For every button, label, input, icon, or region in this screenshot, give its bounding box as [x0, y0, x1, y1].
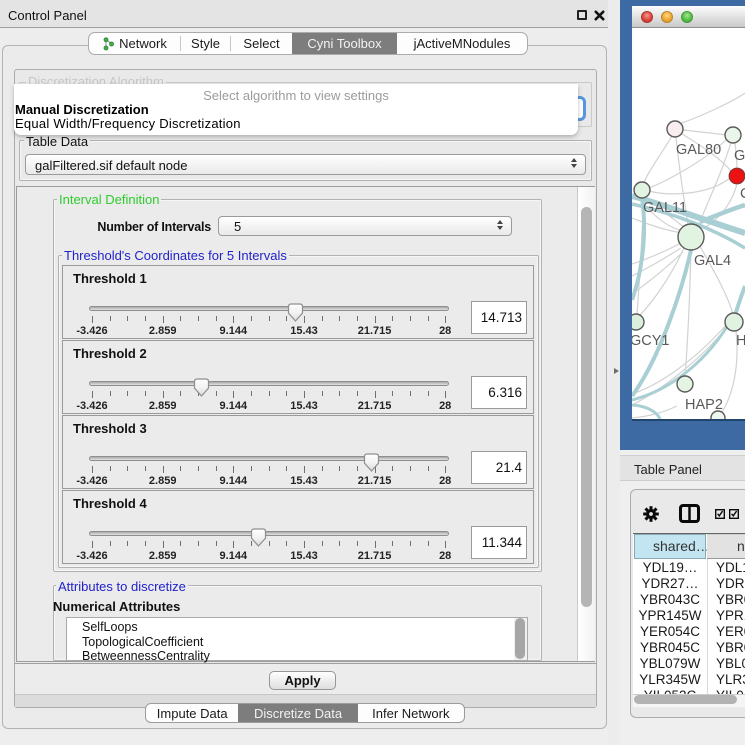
svg-text:GAL4: GAL4: [694, 253, 731, 269]
svg-text:GA: GA: [734, 148, 745, 164]
svg-text:C: C: [740, 186, 745, 202]
svg-text:GAL11: GAL11: [643, 200, 687, 216]
svg-text:GCY1: GCY1: [632, 333, 670, 349]
svg-text:HAP2: HAP2: [685, 397, 723, 413]
svg-text:H: H: [736, 333, 745, 349]
svg-text:GAL80: GAL80: [676, 142, 721, 158]
